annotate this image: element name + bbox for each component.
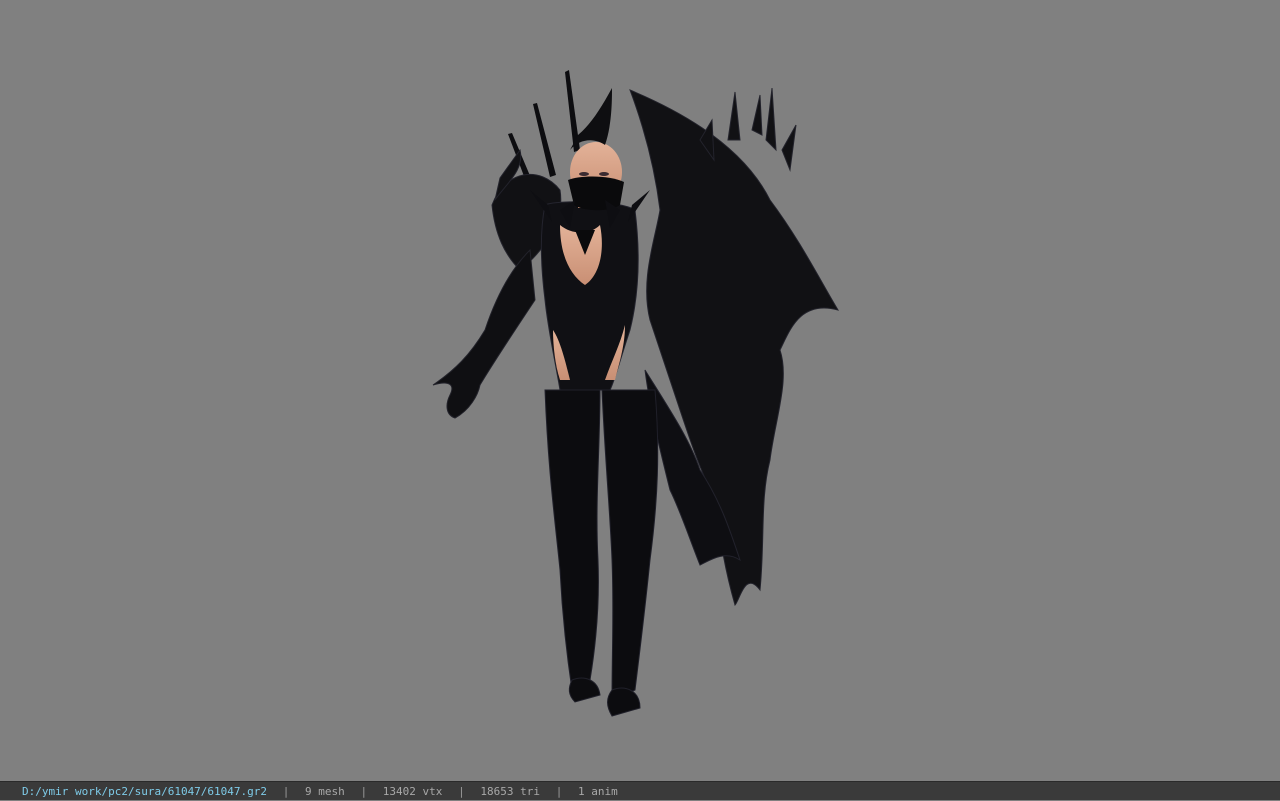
status-separator: | <box>282 785 290 798</box>
status-separator: | <box>555 785 563 798</box>
model-file-path: D:/ymir work/pc2/sura/61047/61047.gr2 <box>22 785 268 798</box>
3d-viewport[interactable] <box>0 0 1280 781</box>
vertex-count: 13402 vtx <box>382 785 443 798</box>
legs <box>544 389 659 717</box>
status-bar: D:/ymir work/pc2/sura/61047/61047.gr2 | 9 … <box>0 781 1280 800</box>
left-arm <box>432 248 536 419</box>
triangle-count: 18653 tri <box>480 785 541 798</box>
status-separator: | <box>360 785 368 798</box>
back-spikes <box>508 70 580 192</box>
character-model <box>432 70 840 717</box>
status-separator: | <box>458 785 465 798</box>
anim-count: 1 anim <box>578 785 618 798</box>
torso <box>540 201 639 391</box>
wing <box>629 87 840 606</box>
mesh-count: 9 mesh <box>305 785 345 798</box>
